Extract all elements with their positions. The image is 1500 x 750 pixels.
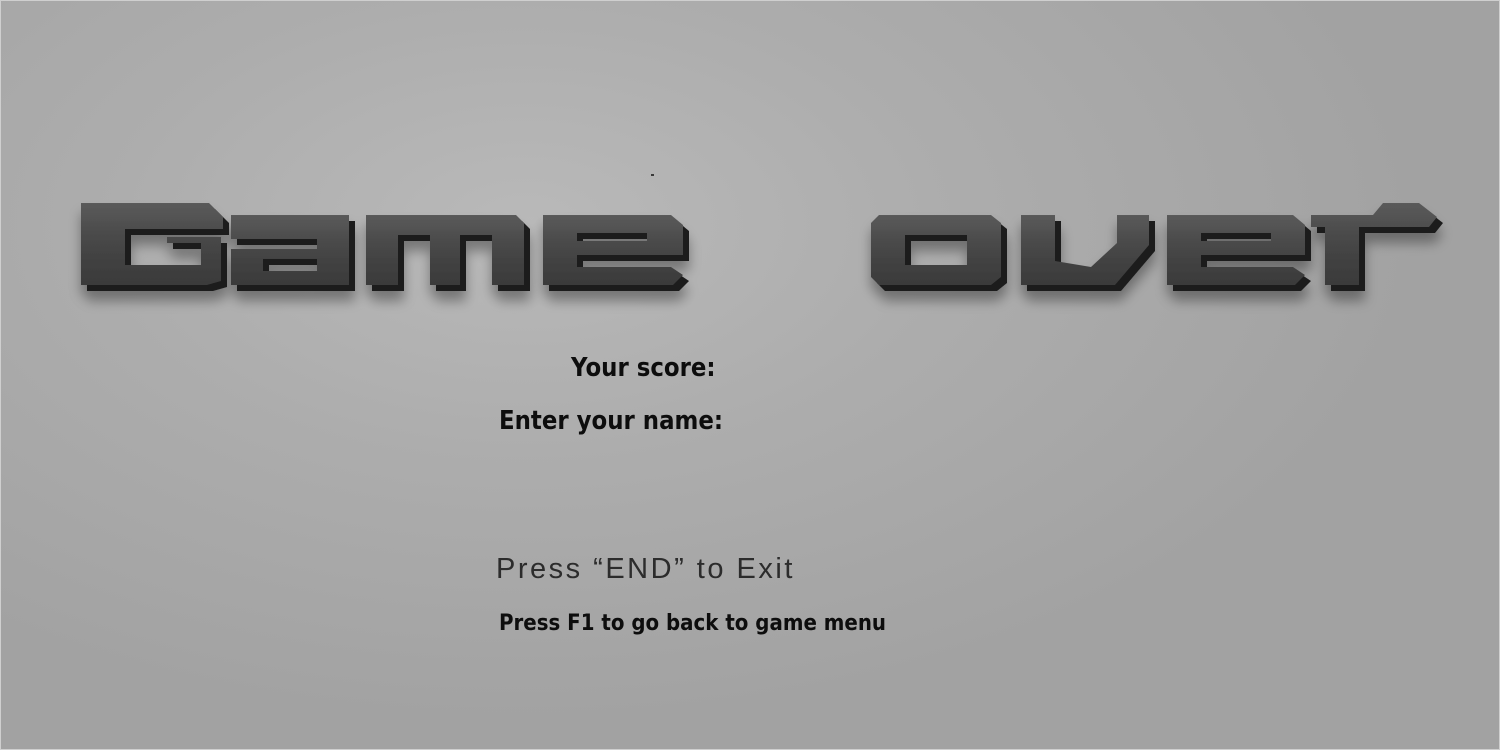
name-input[interactable] xyxy=(761,405,1085,441)
exit-hint: Press “END” to Exit xyxy=(496,553,795,585)
name-entry-label: Enter your name: xyxy=(499,406,724,436)
menu-hint: Press F1 to go back to game menu xyxy=(499,611,887,636)
title-word-game xyxy=(81,203,689,291)
title-word-over xyxy=(871,203,1443,291)
background-speck xyxy=(651,174,654,176)
game-over-screen: Your score: Enter your name: Press “END”… xyxy=(0,0,1500,750)
game-over-title xyxy=(81,203,1443,291)
score-label: Your score: xyxy=(571,353,716,383)
